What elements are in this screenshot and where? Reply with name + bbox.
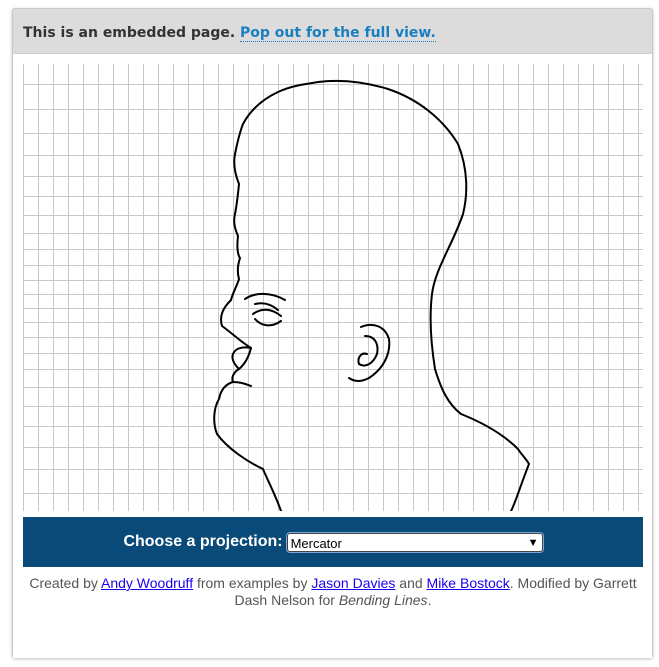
credits-created-by: Created by [29,575,98,591]
projection-select[interactable]: Mercator ▼ [286,532,543,552]
chevron-down-icon: ▼ [527,536,539,549]
credits-end: . [427,592,432,608]
credits-and: and [399,575,423,591]
ear-inner [357,335,379,367]
embedded-frame: This is an embedded page. Pop out for th… [12,8,653,658]
pop-out-link[interactable]: Pop out for the full view. [240,25,436,42]
projection-selected-value: Mercator [290,535,342,551]
graticule-grid [23,64,643,511]
embed-banner: This is an embedded page. Pop out for th… [13,9,652,54]
nostril [238,347,252,370]
link-mike-bostock[interactable]: Mike Bostock [427,575,510,591]
map-canvas [23,64,643,511]
projection-controls: Choose a projection: Mercator ▼ [23,517,643,567]
credits-from-examples: from examples by [196,575,308,591]
publication-title: Bending Lines [338,592,428,608]
eye-upper [252,308,282,317]
embed-notice: This is an embedded page. [23,25,236,41]
link-andy-woodruff[interactable]: Andy Woodruff [101,575,193,591]
page-content: Choose a projection: Mercator ▼ Created … [13,54,652,658]
projection-label: Choose a projection: [123,533,283,550]
projection-map [23,64,643,511]
head-outline [213,79,530,511]
credits-text: Created by Andy Woodruff from examples b… [23,575,643,609]
link-jason-davies[interactable]: Jason Davies [311,575,395,591]
face-profile-drawing [213,79,530,511]
